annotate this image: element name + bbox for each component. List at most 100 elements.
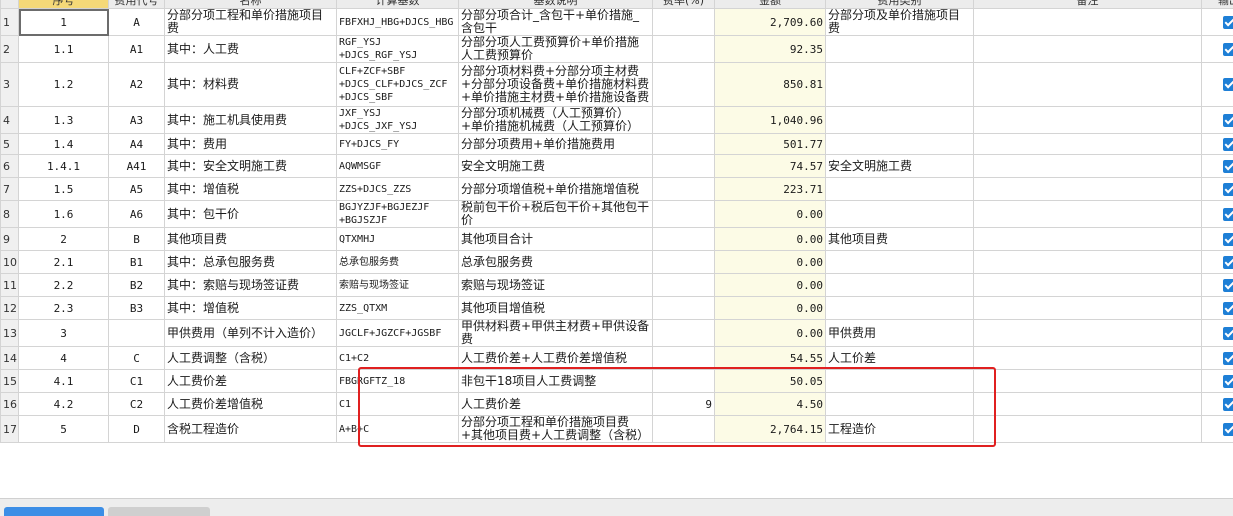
- table-row[interactable]: 154.1C1人工费价差FBGRGFTZ_18非包干18项目人工费调整50.05: [1, 370, 1233, 393]
- cell-name[interactable]: 其中：人工费: [165, 36, 337, 63]
- cell-type[interactable]: 安全文明施工费: [826, 155, 974, 178]
- cell-rate[interactable]: [653, 297, 715, 320]
- cell-name[interactable]: 其中：增值税: [165, 297, 337, 320]
- cell-code[interactable]: A4: [109, 134, 165, 155]
- cell-remark[interactable]: [974, 297, 1202, 320]
- cell-remark[interactable]: [974, 416, 1202, 443]
- cell-base-desc[interactable]: 其他项目增值税: [459, 297, 653, 320]
- cell-type[interactable]: [826, 297, 974, 320]
- cell-type[interactable]: 分部分项及单价措施项目费: [826, 9, 974, 36]
- cell-rate[interactable]: 9: [653, 393, 715, 416]
- cell-amount[interactable]: 0.00: [715, 320, 826, 347]
- cell-rate[interactable]: [653, 320, 715, 347]
- cell-no[interactable]: 5: [19, 416, 109, 443]
- table-row[interactable]: 71.5A5其中：增值税ZZS+DJCS_ZZS分部分项增值税+单价措施增值税2…: [1, 178, 1233, 201]
- cell-amount[interactable]: 74.57: [715, 155, 826, 178]
- print-checkbox[interactable]: [1223, 327, 1233, 340]
- print-checkbox[interactable]: [1223, 16, 1233, 29]
- cell-code[interactable]: C1: [109, 370, 165, 393]
- cell-code[interactable]: [109, 320, 165, 347]
- cell-remark[interactable]: [974, 320, 1202, 347]
- cell-amount[interactable]: 0.00: [715, 228, 826, 251]
- cell-base-desc[interactable]: 总承包服务费: [459, 251, 653, 274]
- cell-code[interactable]: A: [109, 9, 165, 36]
- cell-rate[interactable]: [653, 9, 715, 36]
- cell-amount[interactable]: 0.00: [715, 251, 826, 274]
- cell-base[interactable]: CLF+ZCF+SBF+DJCS_CLF+DJCS_ZCF+DJCS_SBF: [337, 63, 459, 107]
- print-checkbox[interactable]: [1223, 302, 1233, 315]
- cell-name[interactable]: 其中：索赔与现场签证费: [165, 274, 337, 297]
- cell-base-desc[interactable]: 非包干18项目人工费调整: [459, 370, 653, 393]
- cell-rate[interactable]: [653, 251, 715, 274]
- cell-no[interactable]: 1.3: [19, 107, 109, 134]
- cell-amount[interactable]: 850.81: [715, 63, 826, 107]
- print-checkbox[interactable]: [1223, 256, 1233, 269]
- cell-no[interactable]: 3: [19, 320, 109, 347]
- cell-rate[interactable]: [653, 347, 715, 370]
- cell-code[interactable]: B3: [109, 297, 165, 320]
- cell-base-desc[interactable]: 人工费价差+人工费价差增值税: [459, 347, 653, 370]
- cell-base[interactable]: FBGRGFTZ_18: [337, 370, 459, 393]
- cell-no[interactable]: 4.1: [19, 370, 109, 393]
- cell-amount[interactable]: 501.77: [715, 134, 826, 155]
- cell-no[interactable]: 2: [19, 228, 109, 251]
- cell-rate[interactable]: [653, 134, 715, 155]
- column-header-code[interactable]: 费用代号: [109, 0, 165, 9]
- cell-remark[interactable]: [974, 201, 1202, 228]
- cell-base-desc[interactable]: 分部分项工程和单价措施项目费+其他项目费+人工费调整（含税）: [459, 416, 653, 443]
- cell-base[interactable]: ZZS+DJCS_ZZS: [337, 178, 459, 201]
- cell-no[interactable]: 1: [19, 9, 109, 36]
- cell-no[interactable]: 2.2: [19, 274, 109, 297]
- cell-no[interactable]: 4: [19, 347, 109, 370]
- cell-rate[interactable]: [653, 228, 715, 251]
- print-checkbox[interactable]: [1223, 423, 1233, 436]
- table-row[interactable]: 92B其他项目费QTXMHJ其他项目合计0.00其他项目费: [1, 228, 1233, 251]
- table-row[interactable]: 21.1A1其中：人工费RGF_YSJ+DJCS_RGF_YSJ分部分项人工费预…: [1, 36, 1233, 63]
- print-checkbox[interactable]: [1223, 183, 1233, 196]
- cell-name[interactable]: 其中：费用: [165, 134, 337, 155]
- cell-no[interactable]: 1.6: [19, 201, 109, 228]
- cell-base[interactable]: JXF_YSJ+DJCS_JXF_YSJ: [337, 107, 459, 134]
- print-checkbox[interactable]: [1223, 352, 1233, 365]
- cell-type[interactable]: [826, 178, 974, 201]
- cell-no[interactable]: 4.2: [19, 393, 109, 416]
- cell-remark[interactable]: [974, 36, 1202, 63]
- cell-rate[interactable]: [653, 178, 715, 201]
- cell-code[interactable]: A41: [109, 155, 165, 178]
- cell-remark[interactable]: [974, 155, 1202, 178]
- cell-name[interactable]: 其中：增值税: [165, 178, 337, 201]
- cell-base[interactable]: A+B+C: [337, 416, 459, 443]
- cell-amount[interactable]: 4.50: [715, 393, 826, 416]
- cell-amount[interactable]: 54.55: [715, 347, 826, 370]
- print-checkbox[interactable]: [1223, 160, 1233, 173]
- cell-no[interactable]: 1.1: [19, 36, 109, 63]
- cell-amount[interactable]: 50.05: [715, 370, 826, 393]
- cell-name[interactable]: 人工费价差: [165, 370, 337, 393]
- table-row[interactable]: 133甲供费用（单列不计入造价）JGCLF+JGZCF+JGSBF甲供材料费+甲…: [1, 320, 1233, 347]
- cell-base-desc[interactable]: 甲供材料费+甲供主材费+甲供设备费: [459, 320, 653, 347]
- print-checkbox[interactable]: [1223, 233, 1233, 246]
- print-checkbox[interactable]: [1223, 279, 1233, 292]
- cell-type[interactable]: 其他项目费: [826, 228, 974, 251]
- cell-type[interactable]: [826, 370, 974, 393]
- cell-name[interactable]: 其他项目费: [165, 228, 337, 251]
- cell-amount[interactable]: 92.35: [715, 36, 826, 63]
- cell-code[interactable]: D: [109, 416, 165, 443]
- cell-name[interactable]: 人工费价差增值税: [165, 393, 337, 416]
- column-header-name[interactable]: 名称: [165, 0, 337, 9]
- cell-amount[interactable]: 0.00: [715, 201, 826, 228]
- cell-base-desc[interactable]: 分部分项合计_含包干+单价措施_含包干: [459, 9, 653, 36]
- print-checkbox[interactable]: [1223, 375, 1233, 388]
- cell-rate[interactable]: [653, 274, 715, 297]
- cell-type[interactable]: [826, 107, 974, 134]
- cell-base[interactable]: FBFXHJ_HBG+DJCS_HBG: [337, 9, 459, 36]
- print-checkbox[interactable]: [1223, 114, 1233, 127]
- cell-base-desc[interactable]: 税前包干价+税后包干价+其他包干价: [459, 201, 653, 228]
- cell-base-desc[interactable]: 分部分项费用+单价措施费用: [459, 134, 653, 155]
- cell-remark[interactable]: [974, 178, 1202, 201]
- cell-base[interactable]: C1: [337, 393, 459, 416]
- cell-remark[interactable]: [974, 228, 1202, 251]
- cell-remark[interactable]: [974, 9, 1202, 36]
- cell-remark[interactable]: [974, 251, 1202, 274]
- cell-remark[interactable]: [974, 134, 1202, 155]
